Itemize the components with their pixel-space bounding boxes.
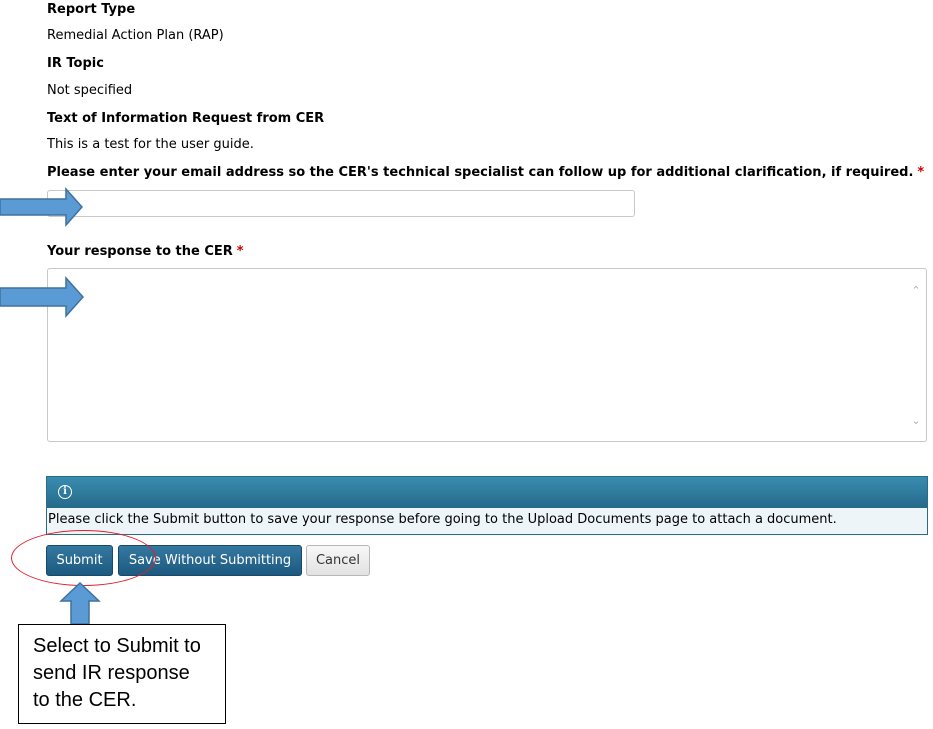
info-icon: i: [58, 485, 72, 499]
right-arrow-icon: [0, 276, 85, 318]
email-label-text: Please enter your email address so the C…: [47, 165, 914, 180]
scroll-up-icon[interactable]: ⌃: [910, 285, 922, 297]
scroll-down-icon[interactable]: ⌄: [910, 415, 922, 427]
submit-button[interactable]: Submit: [46, 545, 113, 576]
info-message: Please click the Submit button to save y…: [47, 508, 927, 534]
annotation-callout: Select to Submit to send IR response to …: [18, 624, 226, 724]
response-label-text: Your response to the CER: [47, 244, 233, 259]
email-input[interactable]: [47, 190, 635, 217]
ir-response-page: Report Type Remedial Action Plan (RAP) I…: [0, 0, 933, 729]
callout-line: send IR response: [33, 662, 190, 684]
email-label: Please enter your email address so the C…: [47, 165, 924, 180]
response-textarea[interactable]: ⌃ ⌄: [47, 268, 927, 442]
request-text-value: This is a test for the user guide.: [47, 137, 254, 152]
callout-line: to the CER.: [33, 689, 137, 711]
info-panel-header: i: [47, 477, 927, 508]
callout-line: Select to Submit to: [33, 635, 201, 657]
response-label: Your response to the CER *: [47, 244, 244, 259]
up-arrow-icon: [59, 582, 101, 625]
report-type-value: Remedial Action Plan (RAP): [47, 28, 224, 43]
request-text-label: Text of Information Request from CER: [47, 111, 325, 126]
report-type-label: Report Type: [47, 2, 136, 17]
cancel-button[interactable]: Cancel: [306, 545, 370, 576]
info-panel: i Please click the Submit button to save…: [46, 476, 928, 535]
required-marker: *: [917, 165, 925, 180]
right-arrow-icon: [0, 187, 84, 227]
ir-topic-label: IR Topic: [47, 56, 104, 71]
save-without-submitting-button[interactable]: Save Without Submitting: [118, 545, 302, 576]
ir-topic-value: Not specified: [47, 83, 133, 98]
required-marker: *: [236, 244, 244, 259]
